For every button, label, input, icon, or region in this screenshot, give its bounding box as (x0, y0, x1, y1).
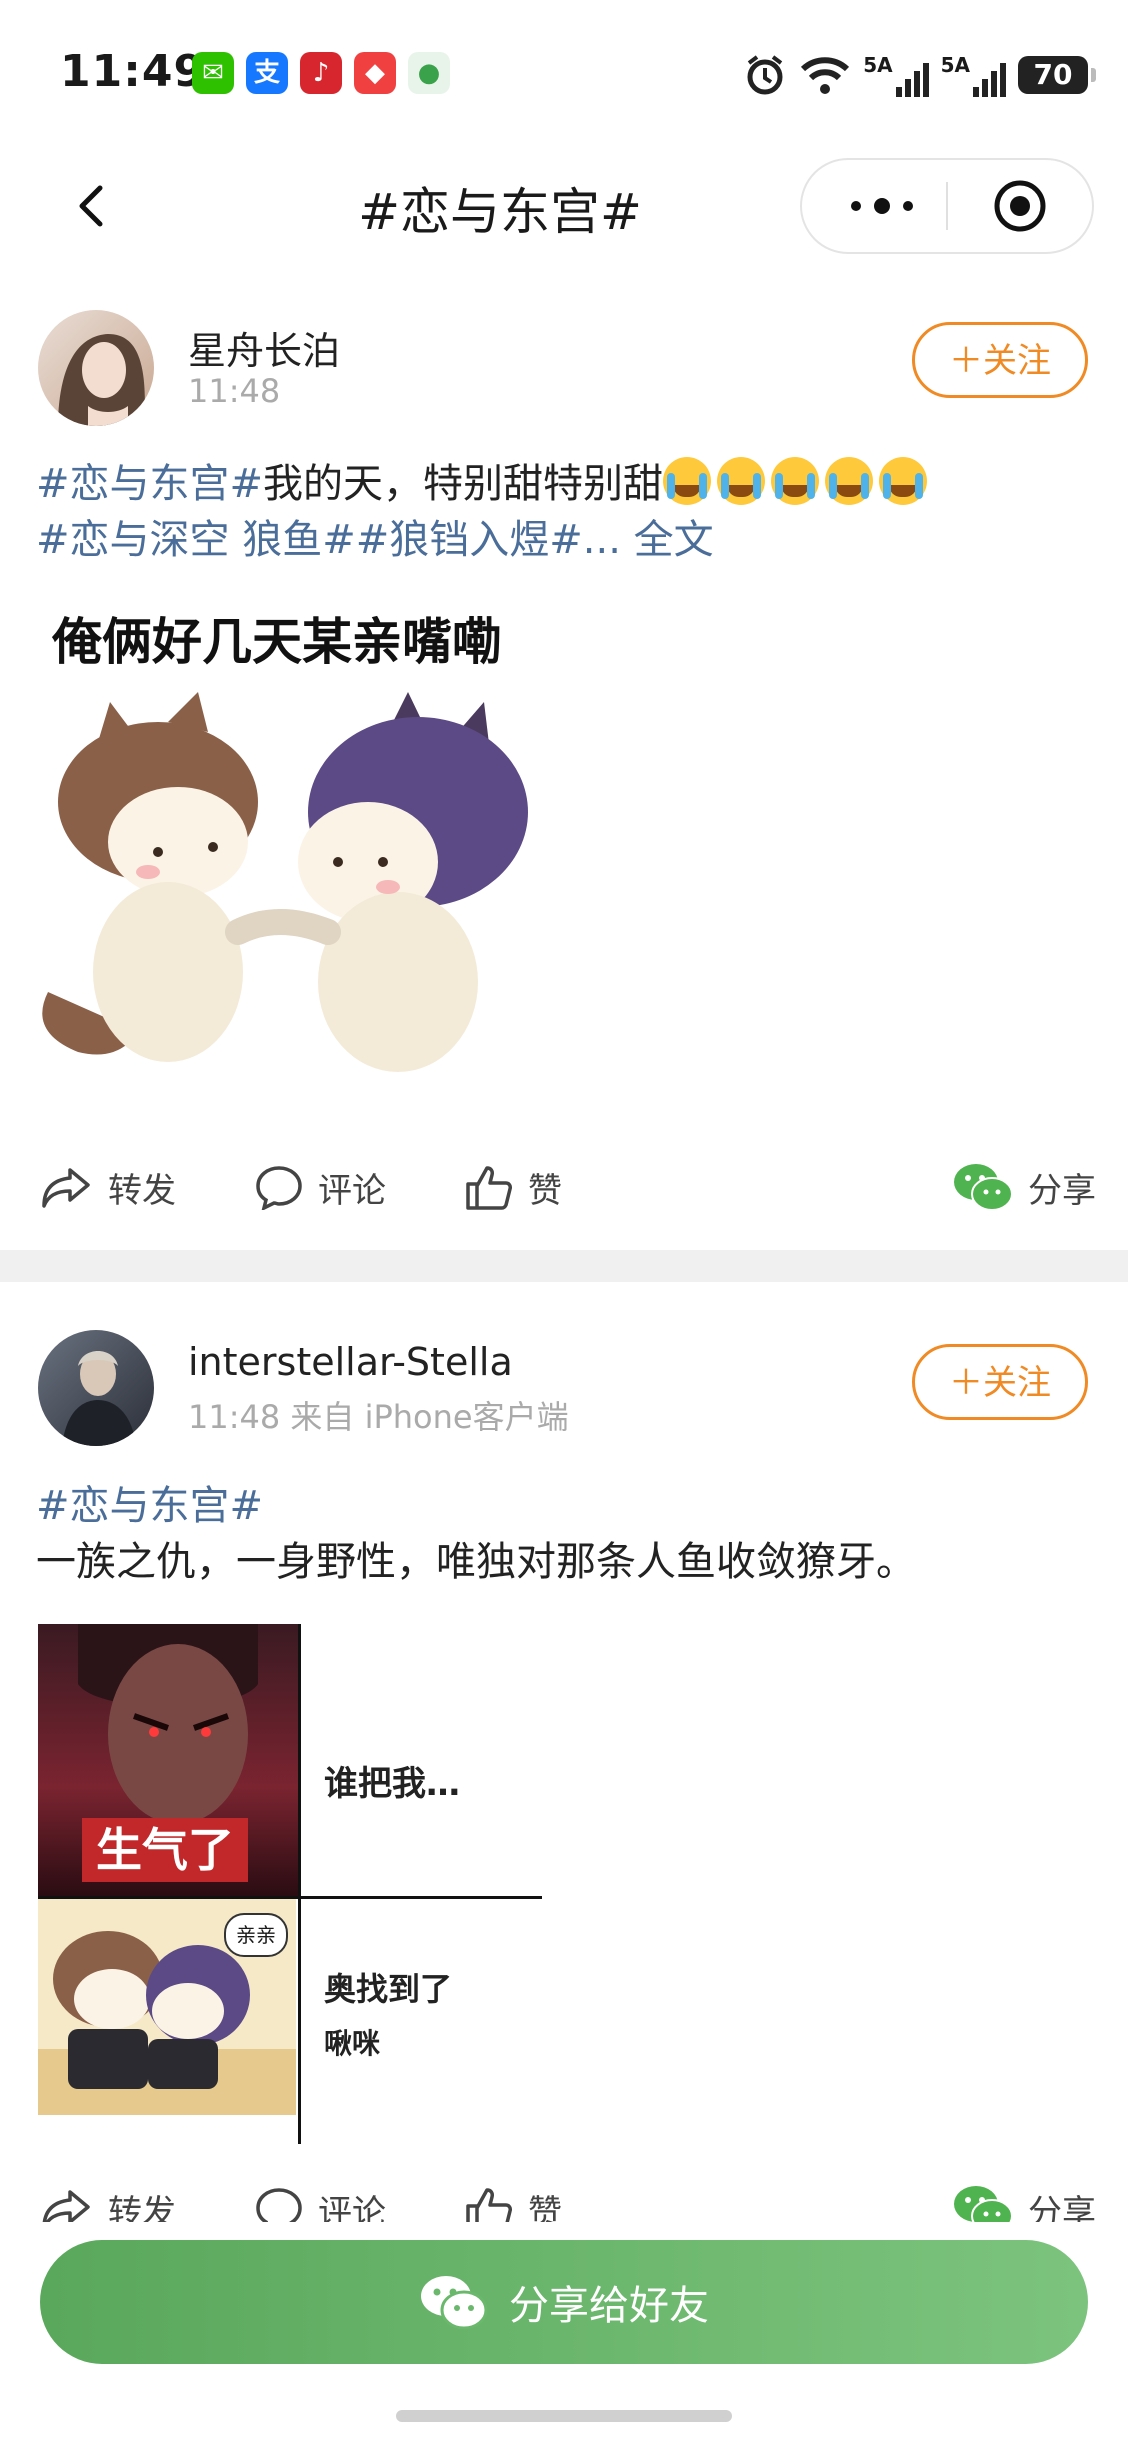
meme-divider-v (298, 1624, 301, 2144)
alarm-icon (747, 55, 783, 95)
mini-program-capsule (800, 158, 1094, 254)
comment-icon (256, 1166, 302, 1210)
post-text: #恋与东宫# 一族之仇，一身野性，唯独对那条人鱼收敛獠牙。 (36, 1478, 1096, 1590)
cartoon-illustration (42, 692, 528, 1072)
comment-label: 评论 (318, 1170, 386, 1211)
wechat-app-icon: ✉ (192, 52, 234, 94)
home-indicator[interactable] (396, 2410, 732, 2422)
close-target-icon[interactable] (992, 178, 1048, 234)
status-time: 11:49 (60, 46, 206, 97)
thumbs-up-icon (466, 1166, 512, 1210)
meme-panel-cuddle: 亲亲 (38, 1899, 296, 2115)
share-button[interactable]: 分享 (952, 1152, 1096, 1222)
avatar-portrait (62, 1351, 136, 1446)
system-icons: 5A 5A 70 (743, 50, 1096, 100)
shopping-app-icon: ◆ (354, 52, 396, 94)
follow-button[interactable]: ＋关注 (912, 1344, 1088, 1420)
battery-indicator: 70 (1018, 56, 1096, 94)
angry-badge: 生气了 (82, 1818, 248, 1882)
repost-label: 转发 (108, 1170, 176, 1211)
post-image[interactable]: 生气了 谁把我… 亲亲 奥找到了 啾咪 (38, 1624, 558, 2144)
post-separator (0, 1250, 1128, 1282)
hashtag-link[interactable]: #恋与深空 狼鱼##狼铛入煜# (36, 517, 583, 563)
like-button[interactable]: 赞 (464, 1152, 562, 1222)
post-time: 11:48 (188, 372, 281, 410)
status-bar: 11:49 ✉ 支 ♪ ◆ ● 5A 5A 70 (0, 0, 1128, 150)
share-to-friends-button[interactable]: 分享给好友 (40, 2240, 1088, 2364)
repost-icon (42, 1168, 90, 1208)
avatar-portrait (58, 334, 145, 426)
image-caption: 俺俩好几天某亲嘴嘞 (52, 613, 502, 671)
avatar[interactable] (38, 310, 154, 426)
repost-button[interactable]: 转发 (40, 1152, 176, 1222)
hashtag-link[interactable]: #恋与东宫# (36, 1483, 263, 1529)
crying-emoji-icon (879, 457, 928, 505)
meme-panel-angry: 生气了 (38, 1624, 298, 1896)
username[interactable]: 星舟长泊 (188, 320, 340, 375)
share-label: 分享 (1028, 1170, 1096, 1211)
avatar[interactable] (38, 1330, 154, 1446)
full-text-link[interactable]: ... 全文 (583, 517, 714, 563)
music-app-icon: ♪ (300, 52, 342, 94)
post-time: 11:48 来自 iPhone客户端 (188, 1398, 569, 1436)
meme-text-3: 啾咪 (324, 2027, 381, 2060)
post-body: 我的天，特别甜特别甜 (263, 461, 664, 507)
meme-text-2: 奥找到了 (324, 1970, 453, 2008)
cell-signal-2: 5A (941, 53, 1006, 97)
like-label: 赞 (528, 1170, 562, 1211)
game-app-icon: ● (408, 52, 450, 94)
post-text: #恋与东宫#我的天，特别甜特别甜 #恋与深空 狼鱼##狼铛入煜#... 全文 (36, 456, 1096, 568)
wechat-icon (421, 2276, 488, 2330)
crying-emoji-icon (771, 457, 820, 505)
cell-signal-1: 5A (863, 53, 929, 97)
share-to-friends-label: 分享给好友 (509, 2283, 709, 2329)
capsule-divider (946, 182, 948, 230)
crying-emoji-icon (663, 457, 712, 505)
hashtag-link[interactable]: #恋与东宫# (36, 461, 263, 507)
crying-emoji-icon (825, 457, 874, 505)
kiss-sticker: 亲亲 (224, 1913, 288, 1957)
post-image[interactable]: 俺俩好几天某亲嘴嘞 (38, 592, 558, 1112)
wifi-icon (801, 57, 850, 94)
wechat-icon (954, 1164, 1013, 1211)
username[interactable]: interstellar-Stella (188, 1340, 513, 1384)
nav-bar: #恋与东宫# (0, 150, 1128, 260)
post-body: 一族之仇，一身野性，唯独对那条人鱼收敛獠牙。 (36, 1539, 916, 1585)
post-actions: 转发 评论 赞 分享 (0, 1152, 1128, 1222)
alipay-app-icon: 支 (246, 52, 288, 94)
more-icon[interactable] (842, 182, 922, 230)
comment-button[interactable]: 评论 (254, 1152, 386, 1222)
crying-emoji-icon (717, 457, 766, 505)
follow-button[interactable]: ＋关注 (912, 322, 1088, 398)
meme-text-1: 谁把我… (324, 1764, 460, 1804)
